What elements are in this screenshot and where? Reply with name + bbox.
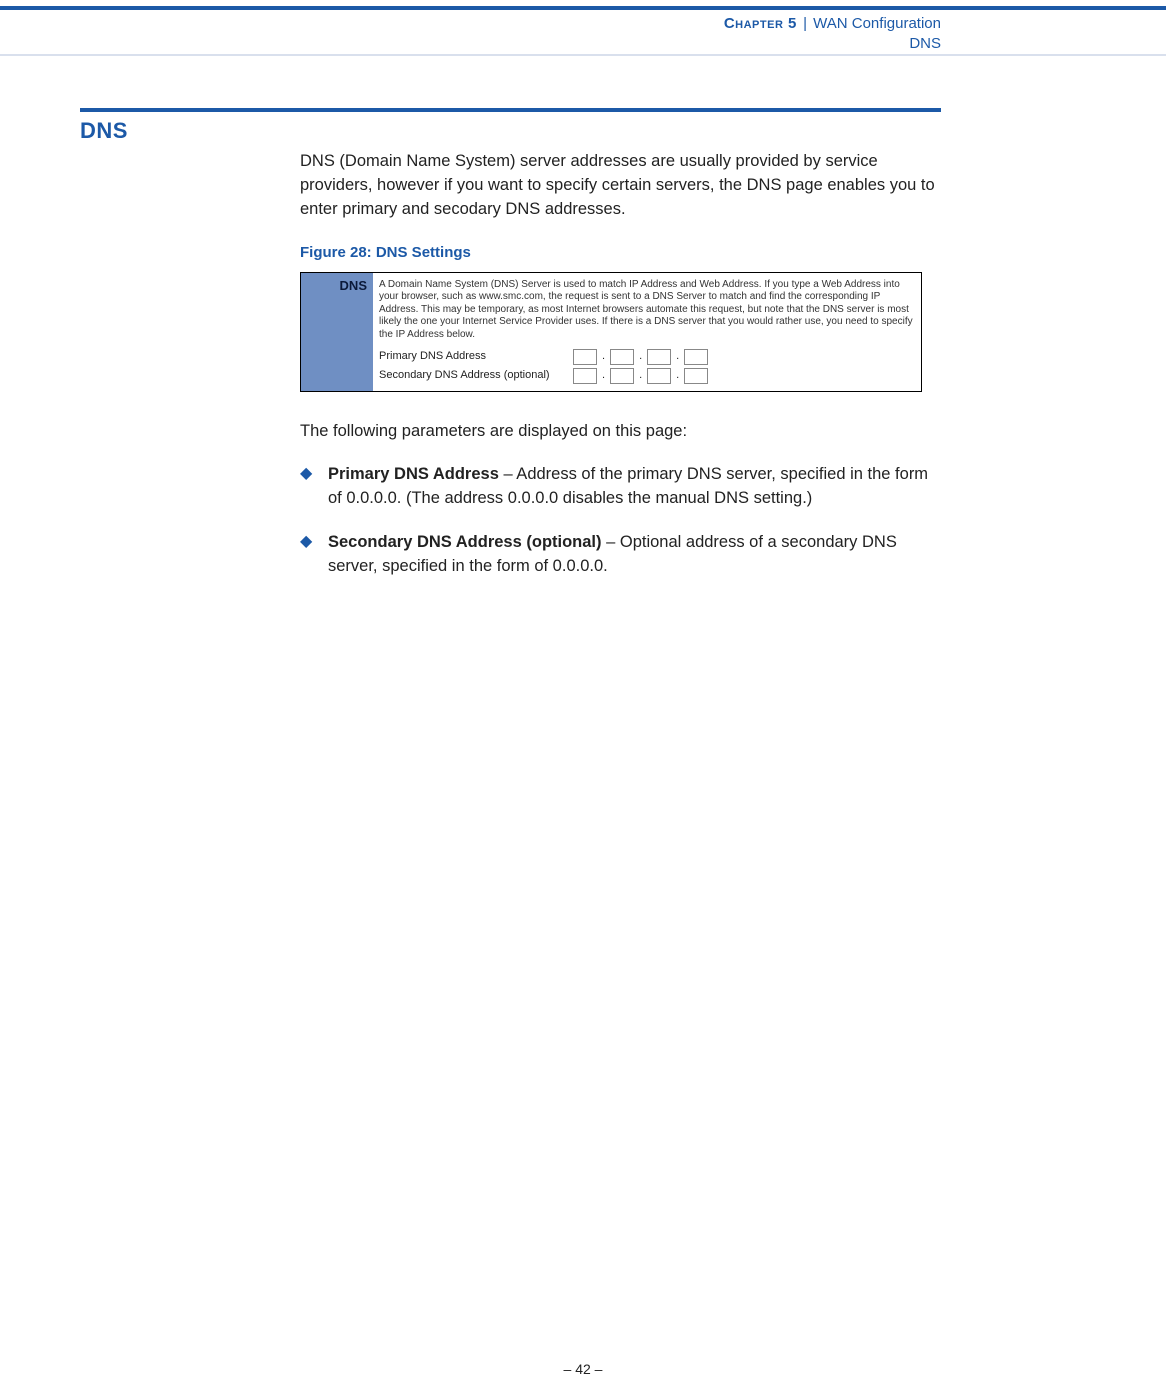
diamond-bullet-icon: ◆ — [300, 534, 312, 550]
header-top-rule — [0, 6, 1166, 10]
parameter-item-primary: ◆ Primary DNS Address – Address of the p… — [300, 463, 941, 511]
running-header: Chapter 5 | WAN Configuration DNS — [724, 14, 941, 55]
secondary-dns-octet-3[interactable] — [647, 368, 671, 384]
figure-row-primary: Primary DNS Address . . . — [379, 349, 915, 365]
primary-dns-octet-3[interactable] — [647, 349, 671, 365]
figure-sidebar: DNS — [301, 273, 373, 391]
header-under-rule — [0, 54, 1166, 56]
figure-sidebar-label: DNS — [340, 277, 367, 296]
chapter-separator: | — [801, 15, 809, 32]
followup-text: The following parameters are displayed o… — [300, 420, 941, 444]
chapter-prefix: Chapter 5 — [724, 15, 797, 32]
parameter-title: Secondary DNS Address (optional) — [328, 533, 602, 551]
figure-row-secondary: Secondary DNS Address (optional) . . . — [379, 368, 915, 384]
secondary-dns-octet-2[interactable] — [610, 368, 634, 384]
secondary-dns-octet-4[interactable] — [684, 368, 708, 384]
figure-content: A Domain Name System (DNS) Server is use… — [379, 279, 915, 388]
chapter-title: WAN Configuration — [813, 15, 941, 32]
page-number: – 42 – — [0, 1361, 1166, 1377]
primary-dns-octet-4[interactable] — [684, 349, 708, 365]
header-subsection: DNS — [724, 34, 941, 54]
section-title: DNS — [80, 118, 128, 144]
figure-screenshot: DNS A Domain Name System (DNS) Server is… — [300, 272, 922, 392]
parameter-list: ◆ Primary DNS Address – Address of the p… — [300, 463, 941, 579]
body-column: DNS (Domain Name System) server addresse… — [300, 150, 941, 599]
primary-dns-octet-2[interactable] — [610, 349, 634, 365]
intro-paragraph: DNS (Domain Name System) server addresse… — [300, 150, 941, 222]
primary-dns-label: Primary DNS Address — [379, 350, 569, 364]
figure-caption: Figure 28: DNS Settings — [300, 242, 941, 264]
document-page: Chapter 5 | WAN Configuration DNS DNS DN… — [0, 0, 1166, 1399]
parameter-title: Primary DNS Address — [328, 465, 499, 483]
section-rule — [80, 108, 941, 112]
diamond-bullet-icon: ◆ — [300, 466, 312, 482]
secondary-dns-octet-1[interactable] — [573, 368, 597, 384]
figure-description: A Domain Name System (DNS) Server is use… — [379, 279, 915, 342]
parameter-item-secondary: ◆ Secondary DNS Address (optional) – Opt… — [300, 531, 941, 579]
secondary-dns-label: Secondary DNS Address (optional) — [379, 369, 569, 383]
primary-dns-octet-1[interactable] — [573, 349, 597, 365]
chapter-line: Chapter 5 | WAN Configuration — [724, 14, 941, 34]
